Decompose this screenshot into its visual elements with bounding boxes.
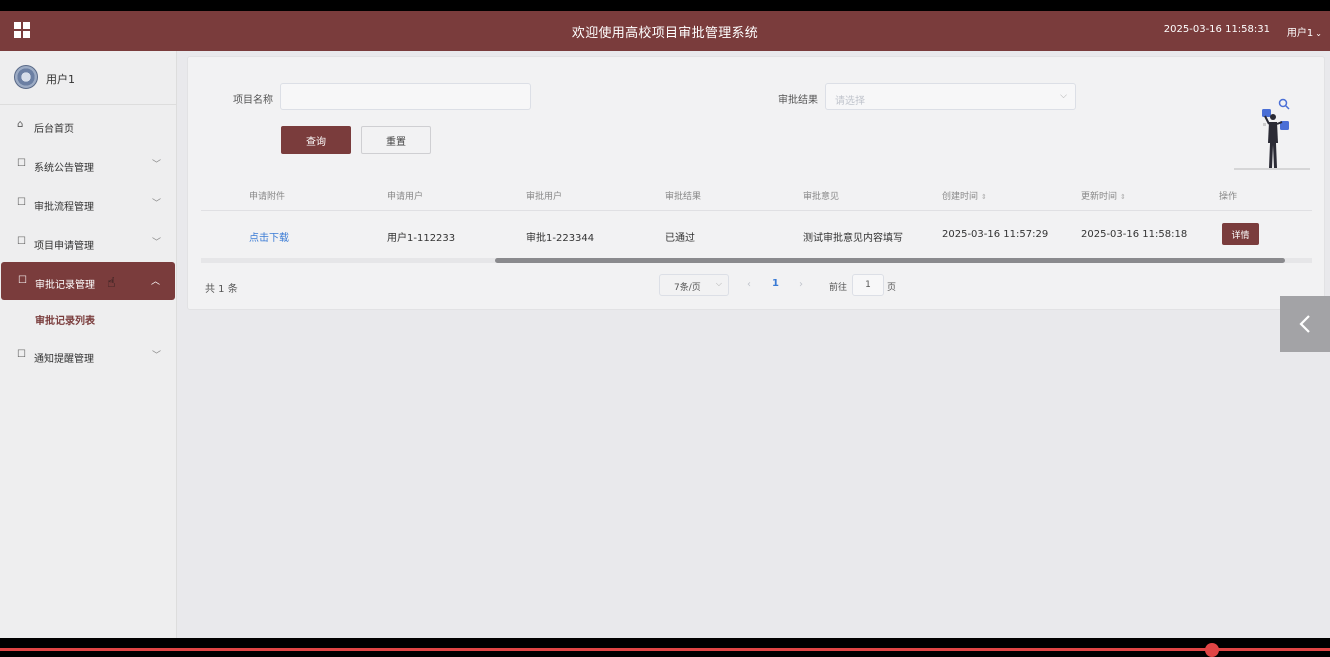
table-row: 点击下载 用户1-112233 审批1-223344 已通过 测试审批意见内容填…	[201, 212, 1312, 258]
chevron-down-icon: ﹀	[151, 238, 161, 248]
select-placeholder: 请选择	[835, 96, 865, 107]
sidebar-subitem-record-list[interactable]: 审批记录列表	[0, 300, 176, 336]
chevron-down-icon: ﹀	[151, 351, 161, 361]
query-button[interactable]: 查询	[281, 126, 351, 154]
total-count: 共 1 条	[205, 284, 238, 295]
user-menu-label: 用户1	[1286, 28, 1314, 39]
header-datetime: 2025-03-16 11:58:31	[1163, 24, 1270, 35]
sidebar-item-label: 后台首页	[34, 124, 74, 135]
chevron-down-icon: ﹀	[151, 160, 161, 170]
collapse-panel-button[interactable]	[1280, 296, 1330, 352]
sidebar-item-workflow[interactable]: ☐ 审批流程管理 ﹀	[0, 184, 176, 223]
created-time-cell: 2025-03-16 11:57:29	[942, 229, 1049, 240]
applicant-cell: 用户1-112233	[387, 233, 456, 244]
approver-cell: 审批1-223344	[526, 233, 595, 244]
opinion-cell: 测试审批意见内容填写	[803, 233, 903, 244]
column-header-label: 更新时间	[1081, 192, 1118, 202]
column-header: 审批用户	[526, 192, 563, 202]
home-icon: ⌂	[17, 119, 24, 130]
module-icon: ☐	[17, 197, 26, 208]
column-header: 审批结果	[665, 192, 702, 202]
column-header: 审批意见	[803, 192, 840, 202]
column-header-sortable[interactable]: 创建时间 ⇕	[942, 189, 987, 202]
table-header: 申请附件 申请用户 审批用户 审批结果 审批意见 创建时间 ⇕ 更新时间 ⇕ 操作	[201, 179, 1312, 211]
sidebar-item-label: 系统公告管理	[34, 163, 94, 174]
system-title: 欢迎使用高校项目审批管理系统	[571, 26, 759, 41]
content-card: 项目名称 审批结果 请选择 ⌵ 查询 重置 申请附件 申请用户 审批用户 审批结…	[187, 56, 1325, 310]
sidebar-item-dashboard[interactable]: ⌂ 后台首页	[0, 106, 176, 145]
page-size-value: 7条/页	[674, 283, 701, 293]
chevron-down-icon: ﹀	[151, 199, 161, 209]
avatar	[14, 65, 38, 89]
next-page-icon[interactable]: ›	[799, 279, 803, 290]
page-suffix-label: 页	[887, 283, 897, 293]
column-header: 申请用户	[387, 192, 424, 202]
sidebar: 用户1 ⌂ 后台首页 ☐ 系统公告管理 ﹀ ☐ 审批流程管理 ﹀ ☐ 项目申请管…	[0, 51, 177, 638]
chevron-down-icon: ⌵	[715, 279, 722, 288]
project-name-input[interactable]	[280, 83, 531, 110]
chevron-up-icon: ︿	[150, 277, 160, 287]
updated-time-cell: 2025-03-16 11:58:18	[1081, 229, 1188, 240]
column-header: 申请附件	[249, 192, 286, 202]
sidebar-item-notifications[interactable]: ☐ 通知提醒管理 ﹀	[0, 336, 176, 375]
module-icon: ☐	[17, 349, 26, 360]
approval-result-select[interactable]: 请选择 ⌵	[825, 83, 1076, 110]
prev-page-icon[interactable]: ‹	[747, 279, 751, 290]
goto-page-input[interactable]: 1	[852, 274, 884, 296]
module-icon: ☐	[18, 275, 27, 286]
download-link[interactable]: 点击下载	[249, 229, 289, 244]
chevron-down-icon: ⌄	[1315, 29, 1322, 38]
scrollbar-thumb[interactable]	[495, 258, 1285, 263]
column-header-sortable[interactable]: 更新时间 ⇕	[1081, 189, 1126, 202]
sidebar-item-approval-records[interactable]: ☐ 审批记录管理 ︿	[1, 262, 175, 300]
sidebar-item-label: 通知提醒管理	[34, 354, 94, 365]
column-header: 操作	[1219, 192, 1238, 202]
user-menu[interactable]: 用户1 ⌄	[1287, 24, 1322, 39]
column-header-label: 创建时间	[942, 192, 979, 202]
sort-icon[interactable]: ⇕	[1120, 193, 1126, 201]
sidebar-subitem-label: 审批记录列表	[35, 316, 95, 327]
result-cell: 已通过	[665, 233, 695, 244]
top-header: 欢迎使用高校项目审批管理系统 2025-03-16 11:58:31 用户1 ⌄	[0, 11, 1330, 51]
sidebar-item-label: 审批记录管理	[35, 280, 95, 291]
project-name-label: 项目名称	[233, 95, 273, 106]
reset-button[interactable]: 重置	[361, 126, 431, 154]
sidebar-user: 用户1	[0, 51, 176, 105]
sidebar-item-label: 审批流程管理	[34, 202, 94, 213]
chevron-down-icon: ⌵	[1060, 91, 1067, 101]
sort-icon[interactable]: ⇕	[981, 193, 987, 201]
goto-label: 前往	[829, 283, 848, 293]
sidebar-item-projects[interactable]: ☐ 项目申请管理 ﹀	[0, 223, 176, 262]
page-size-select[interactable]: 7条/页 ⌵	[659, 274, 729, 296]
sidebar-item-label: 项目申请管理	[34, 241, 94, 252]
sidebar-item-announcements[interactable]: ☐ 系统公告管理 ﹀	[0, 145, 176, 184]
sidebar-username: 用户1	[46, 73, 75, 86]
app-window: 欢迎使用高校项目审批管理系统 2025-03-16 11:58:31 用户1 ⌄ …	[0, 11, 1330, 638]
module-icon: ☐	[17, 158, 26, 169]
record-indicator-icon	[1205, 643, 1219, 657]
horizontal-scrollbar[interactable]	[201, 258, 1312, 263]
chevron-left-icon	[1299, 315, 1310, 333]
pointer-cursor-icon: ☝	[107, 275, 116, 291]
approval-result-label: 审批结果	[778, 95, 818, 106]
module-icon: ☐	[17, 236, 26, 247]
detail-button[interactable]: 详情	[1222, 223, 1259, 245]
page-number[interactable]: 1	[772, 278, 779, 289]
search-illustration-icon	[1234, 98, 1310, 170]
